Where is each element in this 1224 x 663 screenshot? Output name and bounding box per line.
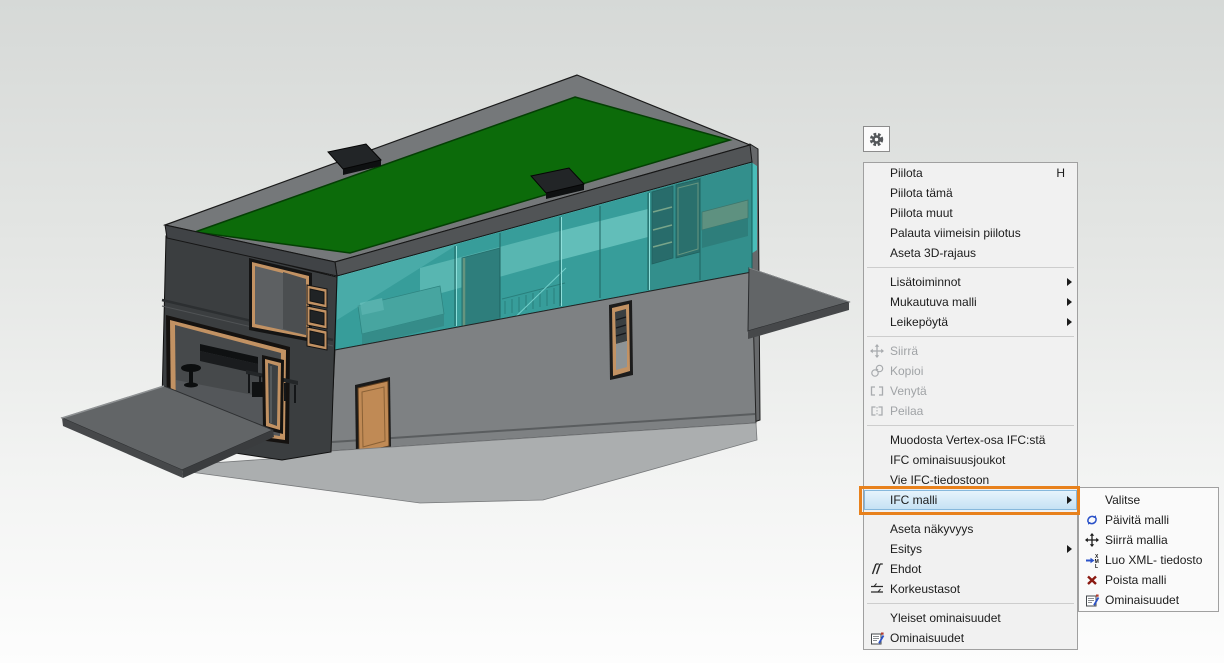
narrow-window (609, 300, 633, 380)
submenu-item-ominaisuudet[interactable]: Ominaisuudet (1079, 590, 1218, 610)
delete-icon (1079, 573, 1105, 587)
menu-separator (867, 514, 1074, 515)
menu-separator (867, 336, 1074, 337)
menu-item-ifc-ominaisuusjoukot[interactable]: IFC ominaisuusjoukot (864, 450, 1077, 470)
mirror-icon (864, 404, 890, 418)
move-icon (1079, 533, 1105, 547)
submenu-item-luo-xml-tiedosto[interactable]: XMLLuo XML- tiedosto (1079, 550, 1218, 570)
submenu-item-poista-malli[interactable]: Poista malli (1079, 570, 1218, 590)
submenu-item-siirra-mallia[interactable]: Siirrä mallia (1079, 530, 1218, 550)
menu-item-piilota[interactable]: PiilotaH (864, 163, 1077, 183)
submenu-arrow-icon (1067, 318, 1072, 326)
menu-item-aseta-3d-rajaus[interactable]: Aseta 3D-rajaus (864, 243, 1077, 263)
properties-icon (864, 631, 890, 646)
vertex-3d-viewport: PiilotaH Piilota tämä Piilota muut Palau… (0, 0, 1224, 663)
menu-separator (867, 425, 1074, 426)
copy-icon (864, 364, 890, 378)
menu-item-palauta-viimeisin-piilotus[interactable]: Palauta viimeisin piilotus (864, 223, 1077, 243)
side-door (262, 355, 284, 434)
svg-text:L: L (1095, 564, 1098, 568)
gear-icon (868, 131, 885, 148)
properties-icon (1079, 593, 1105, 608)
stretch-icon (864, 384, 890, 398)
conditions-icon (864, 562, 890, 576)
menu-item-ifc-malli[interactable]: IFC malli (864, 490, 1077, 510)
facade-shelf-boxes (307, 285, 327, 350)
shortcut: H (1056, 166, 1065, 180)
right-deck[interactable] (748, 268, 849, 339)
submenu-arrow-icon (1067, 496, 1072, 504)
menu-item-vie-ifc-tiedostoon[interactable]: Vie IFC-tiedostoon (864, 470, 1077, 490)
menu-item-lisatoiminnot[interactable]: Lisätoiminnot (864, 272, 1077, 292)
menu-item-siirra[interactable]: Siirrä (864, 341, 1077, 361)
menu-item-piilota-muut[interactable]: Piilota muut (864, 203, 1077, 223)
refresh-icon (1079, 513, 1105, 527)
menu-item-muodosta-vertex-osa[interactable]: Muodosta Vertex-osa IFC:stä (864, 430, 1077, 450)
submenu-item-valitse[interactable]: Valitse (1079, 490, 1218, 510)
submenu-arrow-icon (1067, 545, 1072, 553)
menu-item-kopioi[interactable]: Kopioi (864, 361, 1077, 381)
menu-item-leikepoyta[interactable]: Leikepöytä (864, 312, 1077, 332)
menu-item-aseta-nakyvyys[interactable]: Aseta näkyvyys (864, 519, 1077, 539)
menu-item-peilaa[interactable]: Peilaa (864, 401, 1077, 421)
context-menu: PiilotaH Piilota tämä Piilota muut Palau… (863, 162, 1078, 650)
menu-item-yleiset-ominaisuudet[interactable]: Yleiset ominaisuudet (864, 608, 1077, 628)
menu-item-ehdot[interactable]: Ehdot (864, 559, 1077, 579)
menu-item-piilota-tama[interactable]: Piilota tämä (864, 183, 1077, 203)
move-icon (864, 344, 890, 358)
menu-item-ominaisuudet[interactable]: Ominaisuudet (864, 628, 1077, 648)
menu-separator (867, 267, 1074, 268)
submenu-arrow-icon (1067, 298, 1072, 306)
front-door[interactable] (355, 377, 391, 457)
menu-separator (867, 603, 1074, 604)
ifc-malli-submenu: Valitse Päivitä malli Siirrä mallia XMLL… (1078, 487, 1219, 612)
submenu-item-paivita-malli[interactable]: Päivitä malli (1079, 510, 1218, 530)
xml-export-icon: XML (1079, 553, 1105, 568)
levels-icon (864, 582, 890, 596)
menu-item-esitys[interactable]: Esitys (864, 539, 1077, 559)
menu-item-mukautuva-malli[interactable]: Mukautuva malli (864, 292, 1077, 312)
settings-gear-button[interactable] (863, 126, 890, 152)
menu-item-venyta[interactable]: Venytä (864, 381, 1077, 401)
submenu-arrow-icon (1067, 278, 1072, 286)
menu-item-korkeustasot[interactable]: Korkeustasot (864, 579, 1077, 599)
